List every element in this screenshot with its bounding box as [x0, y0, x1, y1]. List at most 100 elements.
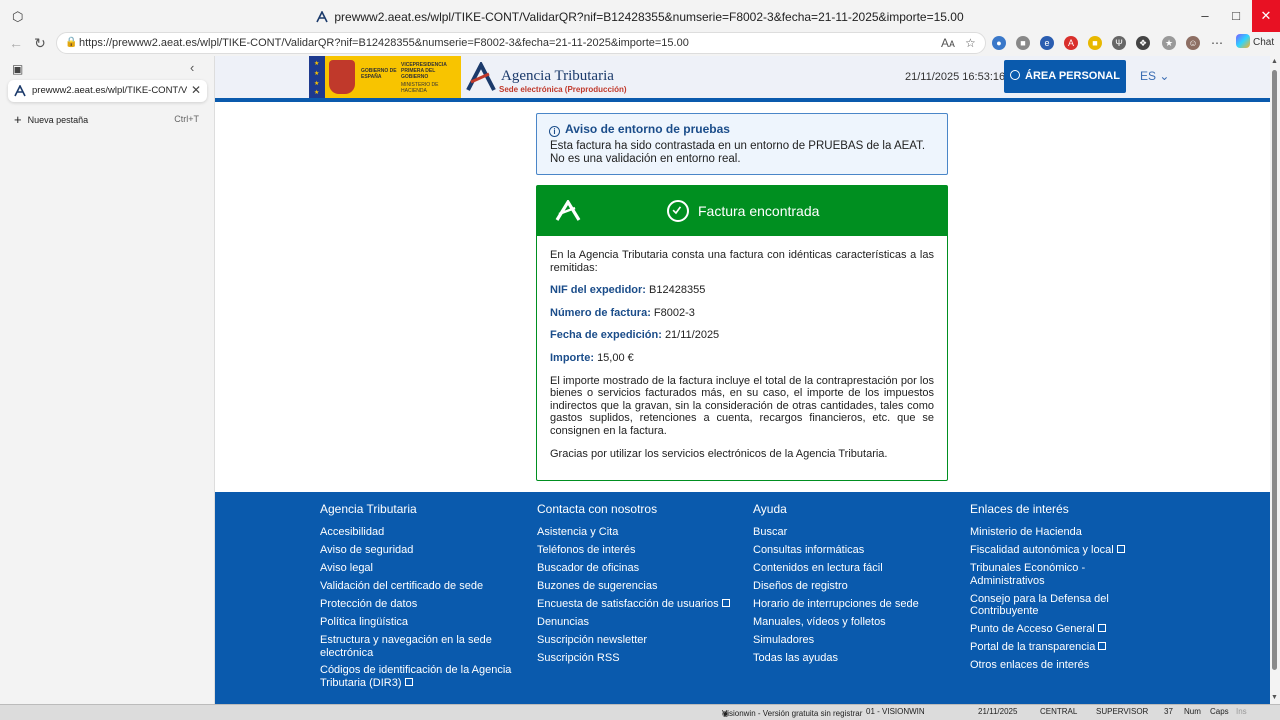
minimize-button[interactable]: –: [1190, 0, 1220, 32]
footer-link[interactable]: Otros enlaces de interés: [970, 659, 1160, 672]
footer-link[interactable]: Política lingüística: [320, 616, 520, 629]
close-window-button[interactable]: ✕: [1252, 0, 1280, 32]
footer-link-label: Encuesta de satisfacción de usuarios: [537, 597, 719, 610]
maximize-button[interactable]: □: [1221, 0, 1251, 32]
footer-link-label: Accesibilidad: [320, 526, 385, 538]
vicepresidencia-text: VICEPRESIDENCIA PRIMERA DEL GOBIERNO: [401, 62, 447, 80]
title-bar: ⬡ prewww2.aeat.es/wlpl/TIKE-CONT/Validar…: [0, 0, 1280, 32]
extension-6-icon[interactable]: Ψ: [1112, 36, 1126, 50]
footer-link[interactable]: Manuales, vídeos y folletos: [753, 616, 953, 629]
footer-link[interactable]: Códigos de identificación de la Agencia …: [320, 664, 520, 689]
extension-3-icon[interactable]: e: [1040, 36, 1054, 50]
extension-1-icon[interactable]: ●: [992, 36, 1006, 50]
coat-of-arms-icon: [329, 60, 355, 94]
footer-link[interactable]: Diseños de registro: [753, 580, 953, 593]
extensions-puzzle-icon[interactable]: ❖: [1136, 36, 1150, 50]
footer-link[interactable]: Horario de interrupciones de sede: [753, 598, 953, 611]
field-label: Importe:: [550, 351, 594, 364]
footer-link[interactable]: Tribunales Económico - Administrativos: [970, 562, 1160, 587]
field-value: 15,00 €: [597, 351, 634, 364]
tab-label: prewww2.aeat.es/wlpl/TIKE-CONT/ValidarQR: [32, 85, 187, 96]
footer-link-label: Fiscalidad autonómica y local: [970, 543, 1114, 556]
copilot-icon: [1236, 34, 1250, 48]
footer-link-label: Teléfonos de interés: [537, 543, 636, 556]
footer-link[interactable]: Suscripción newsletter: [537, 634, 737, 647]
footer-link[interactable]: Consultas informáticas: [753, 544, 953, 557]
footer-link[interactable]: Validación del certificado de sede: [320, 580, 520, 593]
favorite-star-icon[interactable]: ☆: [965, 36, 976, 50]
footer-link-label: Buscar: [753, 526, 788, 538]
agencia-tributaria-logo[interactable]: Agencia Tributaria Sede electrónica (Pre…: [465, 60, 627, 96]
footer-link[interactable]: Teléfonos de interés: [537, 544, 737, 557]
scroll-up-icon[interactable]: ▲: [1271, 58, 1278, 65]
footer-col-title: Contacta con nosotros: [537, 502, 658, 516]
more-menu-icon[interactable]: ⋯: [1210, 36, 1224, 50]
result-header: Factura encontrada: [537, 186, 947, 236]
collapse-sidebar-icon[interactable]: ‹: [190, 60, 194, 75]
footer-link[interactable]: Ministerio de Hacienda: [970, 526, 1160, 539]
url-text[interactable]: https://prewww2.aeat.es/wlpl/TIKE-CONT/V…: [79, 37, 689, 49]
footer-link[interactable]: Fiscalidad autonómica y local: [970, 544, 1160, 557]
footer-link[interactable]: Buscar: [753, 526, 953, 539]
new-tab-label: Nueva pestaña: [27, 115, 89, 125]
scroll-down-icon[interactable]: ▼: [1271, 694, 1278, 701]
footer-link[interactable]: Denuncias: [537, 616, 737, 629]
footer-link-label: Validación del certificado de sede: [320, 579, 484, 592]
ministerio-text: MINISTERIO DE HACIENDA: [401, 82, 439, 94]
footer-link[interactable]: Suscripción RSS: [537, 652, 737, 665]
favorites-icon[interactable]: ★: [1162, 36, 1176, 50]
caps-lock-indicator: Caps: [1210, 707, 1229, 716]
footer-link[interactable]: Contenidos en lectura fácil: [753, 562, 953, 575]
new-tab-button[interactable]: + Nueva pestaña Ctrl+T: [14, 112, 199, 127]
reload-button[interactable]: ↻: [30, 34, 50, 52]
tab-aeat[interactable]: prewww2.aeat.es/wlpl/TIKE-CONT/ValidarQR…: [8, 80, 207, 102]
num-lock-indicator: Num: [1184, 707, 1201, 716]
result-explanation: El importe mostrado de la factura incluy…: [550, 374, 934, 437]
footer-link[interactable]: Encuesta de satisfacción de usuarios: [537, 598, 737, 611]
profile-avatar[interactable]: ☺: [1186, 36, 1200, 50]
footer-link[interactable]: Buscador de oficinas: [537, 562, 737, 575]
footer-link[interactable]: Aviso de seguridad: [320, 544, 520, 557]
footer-link[interactable]: Estructura y navegación en la sede elect…: [320, 634, 520, 659]
url-field[interactable]: 🔒 https://prewww2.aeat.es/wlpl/TIKE-CONT…: [56, 32, 986, 54]
footer-link[interactable]: Portal de la transparencia: [970, 641, 1160, 654]
insert-indicator: Ins: [1236, 707, 1247, 716]
extension-5-icon[interactable]: ■: [1088, 36, 1102, 50]
footer-link[interactable]: Buzones de sugerencias: [537, 580, 737, 593]
footer-link[interactable]: Asistencia y Cita: [537, 526, 737, 539]
footer-link-label: Tribunales Económico - Administrativos: [970, 561, 1086, 587]
language-selector[interactable]: ES ⌄: [1140, 69, 1169, 83]
check-circle-icon: [667, 200, 689, 222]
footer-link-label: Buscador de oficinas: [537, 561, 640, 574]
footer-link[interactable]: Simuladores: [753, 634, 953, 647]
copilot-chat-button[interactable]: Chat: [1236, 34, 1274, 48]
area-personal-button[interactable]: ÁREA PERSONAL: [1004, 60, 1126, 93]
footer-link-label: Política lingüística: [320, 615, 409, 628]
adblock-icon[interactable]: A: [1064, 36, 1078, 50]
field-fecha: Fecha de expedición: 21/11/2025: [550, 329, 934, 342]
footer-link[interactable]: Aviso legal: [320, 562, 520, 575]
lock-icon[interactable]: 🔒: [65, 37, 77, 49]
page-scrollbar[interactable]: ▲ ▼: [1270, 56, 1280, 704]
footer-link[interactable]: Punto de Acceso General: [970, 623, 1160, 636]
info-icon: i: [549, 126, 560, 137]
back-button[interactable]: ←: [6, 34, 26, 52]
footer-col-ayuda: Ayuda Buscar Consultas informáticas Conten…: [753, 502, 953, 670]
status-date: 21/11/2025: [978, 707, 1018, 716]
header-datetime: 21/11/2025 16:53:16: [905, 71, 1006, 83]
agency-subtitle: Sede electrónica (Preproducción): [499, 85, 627, 94]
footer-link[interactable]: Accesibilidad: [320, 526, 520, 539]
footer-link[interactable]: Protección de datos: [320, 598, 520, 611]
footer-link[interactable]: Consejo para la Defensa del Contribuyent…: [970, 593, 1160, 618]
extension-2-icon[interactable]: ■: [1016, 36, 1030, 50]
new-tab-shortcut: Ctrl+T: [174, 114, 199, 124]
footer-link-label: Diseños de registro: [753, 579, 848, 592]
chevron-down-icon: ⌄: [1159, 69, 1170, 83]
gobierno-logo[interactable]: ★ ★ ★ ★ GOBIERNO DE ESPAÑA VICEPRESIDENCIA …: [309, 56, 461, 98]
close-tab-icon[interactable]: ✕: [191, 83, 201, 97]
test-environment-notice: i Aviso de entorno de pruebas Esta factur…: [536, 113, 948, 175]
read-aloud-icon[interactable]: Aᴀ: [941, 36, 955, 50]
scroll-thumb[interactable]: [1272, 70, 1277, 670]
footer-link[interactable]: Todas las ayudas: [753, 652, 953, 665]
tab-actions-icon[interactable]: ▣: [12, 62, 23, 76]
